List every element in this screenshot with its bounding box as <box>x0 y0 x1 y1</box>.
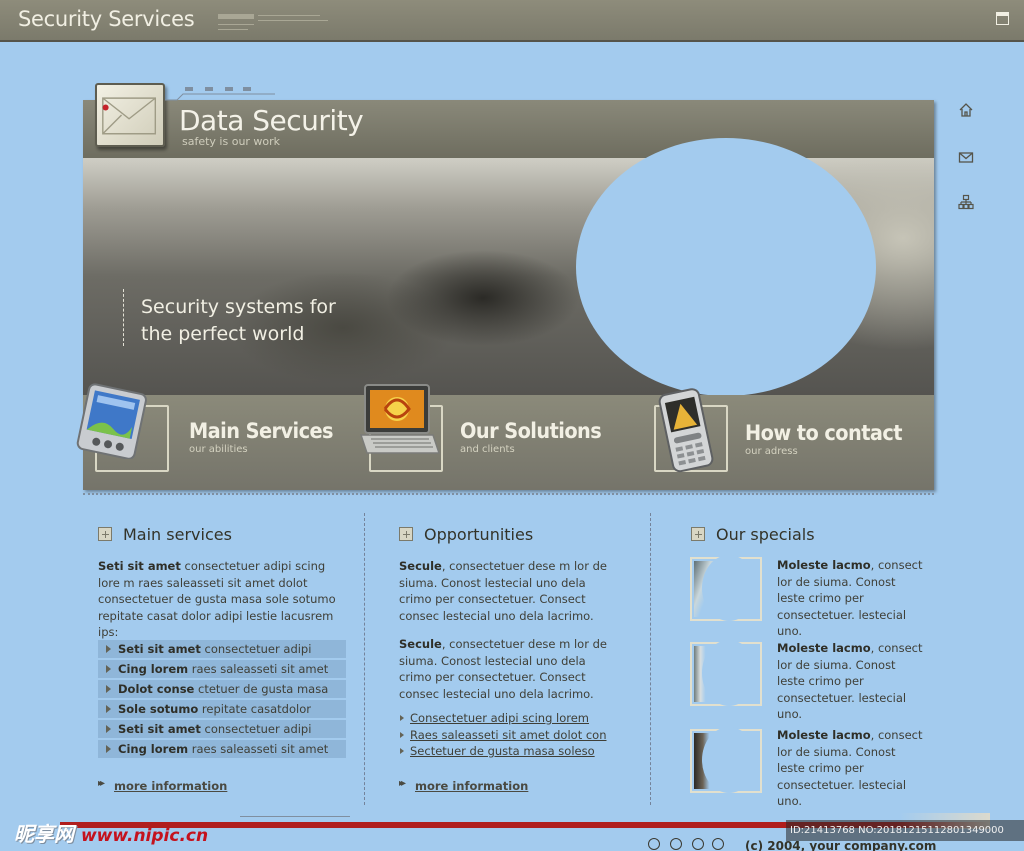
list-item[interactable]: Seti sit amet consectetuer adipi <box>98 720 346 738</box>
nav-main-services-label: Main Services <box>189 419 334 443</box>
opportunities-heading-text: Opportunities <box>424 525 534 544</box>
item-text: ctetuer de gusta masa <box>194 682 329 696</box>
mobile-phone-icon <box>652 387 722 473</box>
main-services-more-link[interactable]: more information <box>98 778 227 793</box>
nav-how-to-contact-sub: our adress <box>745 446 798 457</box>
special-thumbnail[interactable] <box>690 727 762 793</box>
item-bold: Cing lorem <box>118 662 189 676</box>
specials-heading-text: Our specials <box>716 525 815 544</box>
services-list: Seti sit amet consectetuer adipi Cing lo… <box>98 640 346 760</box>
list-item[interactable]: Cing lorem raes saleasseti sit amet <box>98 740 346 758</box>
site-title: Security Services <box>18 7 195 31</box>
list-item[interactable]: Cing lorem raes saleasseti sit amet <box>98 660 346 678</box>
main-services-heading-text: Main services <box>123 525 232 544</box>
plus-box-icon <box>691 527 705 541</box>
nav-how-to-contact-label: How to contact <box>745 421 903 445</box>
opportunities-more-link[interactable]: more information <box>399 778 528 793</box>
para-bold: Secule <box>399 559 442 573</box>
watermark-id: ID:21413768 NO:20181215112801349000 <box>786 820 1024 841</box>
special-bold: Moleste lacmo <box>777 728 871 742</box>
item-bold: Seti sit amet <box>118 642 201 656</box>
nav-main-services[interactable]: Main Services our abilities <box>76 383 353 490</box>
thumbnail-cutout <box>702 727 756 793</box>
column-divider <box>364 513 365 805</box>
opportunities-links: Consectetuer adipi scing lorem Raes sale… <box>399 710 607 760</box>
hero-header: Data Security safety is our work <box>83 100 934 158</box>
slogan-rule <box>123 289 124 346</box>
item-text: repitate casatdolor <box>198 702 311 716</box>
list-item[interactable]: Sole sotumo repitate casatdolor <box>98 700 346 718</box>
main-services-intro: Seti sit amet consectetuer adipi scing l… <box>98 558 346 641</box>
bookmark-icon[interactable] <box>996 12 1009 25</box>
top-bar: Security Services <box>0 0 1024 42</box>
item-text: consectetuer adipi <box>200 722 312 736</box>
mail-icon[interactable] <box>958 149 974 165</box>
plus-box-icon <box>98 527 112 541</box>
plus-box-icon <box>399 527 413 541</box>
item-text: raes saleasseti sit amet <box>188 742 329 756</box>
watermark-logo: 昵享网 www.nipic.cn <box>14 818 208 847</box>
special-bold: Moleste lacmo <box>777 641 871 655</box>
thumbnail-cutout <box>702 640 756 706</box>
column-divider <box>650 513 651 805</box>
item-bold: Seti sit amet <box>118 722 201 736</box>
watermark-logo-text: 昵享网 <box>14 822 74 846</box>
clock-icon[interactable] <box>670 838 682 850</box>
special-bold: Moleste lacmo <box>777 558 871 572</box>
hero-photo: Security systems for the perfect world <box>83 138 934 396</box>
slogan-line-1: Security systems for <box>141 296 336 318</box>
special-item: Moleste lacmo, consect lor de siuma. Con… <box>777 557 927 640</box>
item-text: raes saleasseti sit amet <box>188 662 329 676</box>
hero-banner: Data Security safety is our work Securit… <box>76 100 934 490</box>
opportunity-link[interactable]: Sectetuer de gusta masa soleso <box>399 743 607 760</box>
nav-our-solutions-sub: and clients <box>460 444 515 455</box>
special-item: Moleste lacmo, consect lor de siuma. Con… <box>777 640 927 723</box>
hero-subtitle: safety is our work <box>182 135 281 148</box>
laptop-icon <box>357 381 441 461</box>
para-bold: Secule <box>399 637 442 651</box>
footer-icons <box>648 838 728 851</box>
hero-nav: Main Services our abilities Our Solution… <box>76 383 934 490</box>
header-decoration <box>218 12 338 34</box>
item-bold: Sole sotumo <box>118 702 199 716</box>
special-thumbnail[interactable] <box>690 640 762 706</box>
hero-divider <box>83 493 934 495</box>
nav-how-to-contact[interactable]: How to contact our adress <box>638 388 934 490</box>
pda-icon <box>71 383 157 460</box>
list-item[interactable]: Seti sit amet consectetuer adipi <box>98 640 346 658</box>
circuit-decoration <box>165 84 285 102</box>
item-bold: Cing lorem <box>118 742 189 756</box>
gear-icon[interactable] <box>692 838 704 850</box>
item-text: consectetuer adipi <box>200 642 312 656</box>
list-item[interactable]: Dolot conse ctetuer de gusta masa <box>98 680 346 698</box>
home-icon[interactable] <box>958 102 974 118</box>
mail-icon[interactable] <box>712 838 724 850</box>
watermark-url: www.nipic.cn <box>80 826 209 846</box>
opportunities-paragraph: Secule, consectetuer dese m lor de siuma… <box>399 558 614 624</box>
item-bold: Dolot conse <box>118 682 195 696</box>
globe-icon[interactable] <box>648 838 660 850</box>
special-item: Moleste lacmo, consect lor de siuma. Con… <box>777 727 927 810</box>
hero-title: Data Security <box>179 104 364 137</box>
nav-our-solutions-label: Our Solutions <box>460 419 602 443</box>
nav-our-solutions[interactable]: Our Solutions and clients <box>353 384 638 490</box>
opportunity-link[interactable]: Raes saleasseti sit amet dolot con <box>399 727 607 744</box>
slogan-line-2: the perfect world <box>141 323 305 345</box>
opportunity-link[interactable]: Consectetuer adipi scing lorem <box>399 710 607 727</box>
hero-slogan: Security systems for the perfect world <box>141 294 401 348</box>
nav-main-services-sub: our abilities <box>189 444 248 455</box>
intro-bold: Seti sit amet <box>98 559 181 573</box>
sitemap-icon[interactable] <box>958 194 974 210</box>
photo-cutout <box>576 138 876 396</box>
thumbnail-cutout <box>702 555 756 621</box>
envelope-icon <box>95 83 165 147</box>
opportunities-paragraph: Secule, consectetuer dese m lor de siuma… <box>399 636 614 702</box>
special-thumbnail[interactable] <box>690 555 762 621</box>
footer-decoration <box>240 816 350 817</box>
